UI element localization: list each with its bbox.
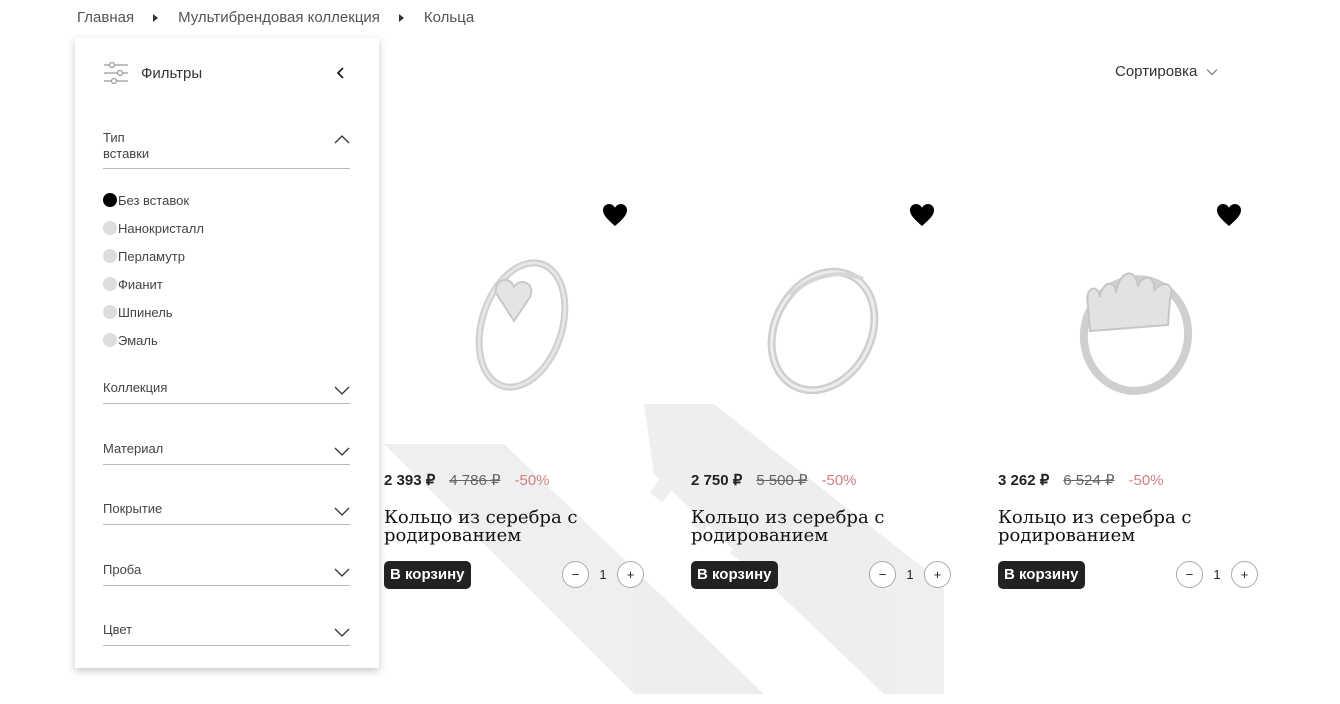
increase-quantity-button[interactable]: + <box>617 561 644 588</box>
option-label: Перламутр <box>118 248 185 264</box>
chevron-down-icon[interactable] <box>334 382 350 398</box>
increase-quantity-button[interactable]: + <box>1231 561 1258 588</box>
quantity-stepper: − 1 + <box>869 561 951 588</box>
discount-badge: -50% <box>821 472 857 489</box>
product-name[interactable]: Кольцо из серебра с родированием <box>384 509 614 545</box>
filters-panel: Фильтры Тип вставки Без вставок Нанокрис… <box>75 38 379 668</box>
filter-group-title: Покрытие <box>103 501 163 516</box>
option-mother-of-pearl[interactable]: Перламутр <box>103 242 204 270</box>
breadcrumb-rings[interactable]: Кольца <box>424 9 474 26</box>
option-no-inserts[interactable]: Без вставок <box>103 186 204 214</box>
filter-group-title: Тип вставки <box>103 130 150 161</box>
filters-header: Фильтры <box>103 60 351 86</box>
chevron-down-icon <box>1206 68 1218 75</box>
radio-dot <box>103 221 117 235</box>
radio-dot <box>103 277 117 291</box>
filter-icon <box>104 61 128 85</box>
quantity-value[interactable]: 1 <box>1203 567 1231 582</box>
radio-dot <box>103 333 117 347</box>
product-card[interactable]: 2 750 ₽ 5 500 ₽ -50% Кольцо из серебра с… <box>691 195 971 595</box>
old-price: 4 786 ₽ <box>449 472 501 489</box>
chevron-up-icon[interactable] <box>334 132 350 148</box>
filter-group-insert-type[interactable]: Тип вставки <box>103 130 350 169</box>
option-label: Нанокристалл <box>118 220 204 236</box>
option-nanocrystal[interactable]: Нанокристалл <box>103 214 204 242</box>
chevron-down-icon[interactable] <box>334 443 350 459</box>
collapse-filters-button[interactable] <box>331 63 351 83</box>
price-block: 2 393 ₽ 4 786 ₽ -50% <box>384 471 550 489</box>
add-to-cart-button[interactable]: В корзину <box>384 561 471 589</box>
filter-group-title: Проба <box>103 562 142 577</box>
option-enamel[interactable]: Эмаль <box>103 326 204 354</box>
radio-dot <box>103 249 117 263</box>
radio-dot <box>103 193 117 207</box>
option-label: Эмаль <box>118 332 158 348</box>
option-label: Без вставок <box>118 192 190 208</box>
decrease-quantity-button[interactable]: − <box>562 561 589 588</box>
sort-label: Сортировка <box>1115 63 1198 80</box>
sort-dropdown[interactable]: Сортировка <box>1115 63 1218 80</box>
add-to-cart-button[interactable]: В корзину <box>998 561 1085 589</box>
increase-quantity-button[interactable]: + <box>924 561 951 588</box>
quantity-stepper: − 1 + <box>562 561 644 588</box>
breadcrumb: Главная Мультибрендовая коллекция Кольца <box>77 9 474 26</box>
filter-group-title: Коллекция <box>103 380 168 395</box>
product-name[interactable]: Кольцо из серебра с родированием <box>691 509 921 545</box>
filter-group-collection[interactable]: Коллекция <box>103 380 350 404</box>
price-block: 3 262 ₽ 6 524 ₽ -50% <box>998 471 1164 489</box>
heart-icon[interactable] <box>602 203 628 227</box>
product-card[interactable]: 3 262 ₽ 6 524 ₽ -50% Кольцо из серебра с… <box>998 195 1278 595</box>
quantity-value[interactable]: 1 <box>896 567 924 582</box>
filter-group-title: Цвет <box>103 622 133 637</box>
add-to-cart-button[interactable]: В корзину <box>691 561 778 589</box>
filter-group-coating[interactable]: Покрытие <box>103 501 350 525</box>
discount-badge: -50% <box>1128 472 1164 489</box>
product-image[interactable] <box>444 235 594 415</box>
discount-badge: -50% <box>514 472 550 489</box>
decrease-quantity-button[interactable]: − <box>1176 561 1203 588</box>
breadcrumb-separator-icon <box>153 13 159 22</box>
filters-title: Фильтры <box>141 64 203 82</box>
filter-group-title: Материал <box>103 441 164 456</box>
chevron-down-icon[interactable] <box>334 624 350 640</box>
option-spinel[interactable]: Шпинель <box>103 298 204 326</box>
quantity-value[interactable]: 1 <box>589 567 617 582</box>
quantity-stepper: − 1 + <box>1176 561 1258 588</box>
chevron-down-icon[interactable] <box>334 503 350 519</box>
product-image[interactable] <box>751 235 901 415</box>
heart-icon[interactable] <box>909 203 935 227</box>
radio-dot <box>103 305 117 319</box>
decrease-quantity-button[interactable]: − <box>869 561 896 588</box>
filter-group-hallmark[interactable]: Проба <box>103 562 350 586</box>
current-price: 3 262 ₽ <box>998 472 1050 489</box>
breadcrumb-separator-icon <box>398 13 404 22</box>
price-block: 2 750 ₽ 5 500 ₽ -50% <box>691 471 857 489</box>
old-price: 6 524 ₽ <box>1063 472 1115 489</box>
chevron-left-icon <box>336 67 344 79</box>
current-price: 2 393 ₽ <box>384 472 436 489</box>
current-price: 2 750 ₽ <box>691 472 743 489</box>
filter-group-material[interactable]: Материал <box>103 441 350 465</box>
option-label: Фианит <box>118 276 163 292</box>
option-label: Шпинель <box>118 304 173 320</box>
product-card[interactable]: 2 393 ₽ 4 786 ₽ -50% Кольцо из серебра с… <box>384 195 664 595</box>
chevron-down-icon[interactable] <box>334 564 350 580</box>
heart-icon[interactable] <box>1216 203 1242 227</box>
option-cubic-zirconia[interactable]: Фианит <box>103 270 204 298</box>
product-image[interactable] <box>1058 235 1208 415</box>
product-name[interactable]: Кольцо из серебра с родированием <box>998 509 1228 545</box>
breadcrumb-home[interactable]: Главная <box>77 9 134 26</box>
old-price: 5 500 ₽ <box>756 472 808 489</box>
breadcrumb-multibrand[interactable]: Мультибрендовая коллекция <box>178 9 380 26</box>
filter-group-color[interactable]: Цвет <box>103 622 350 646</box>
insert-type-options: Без вставок Нанокристалл Перламутр Фиани… <box>103 186 204 354</box>
